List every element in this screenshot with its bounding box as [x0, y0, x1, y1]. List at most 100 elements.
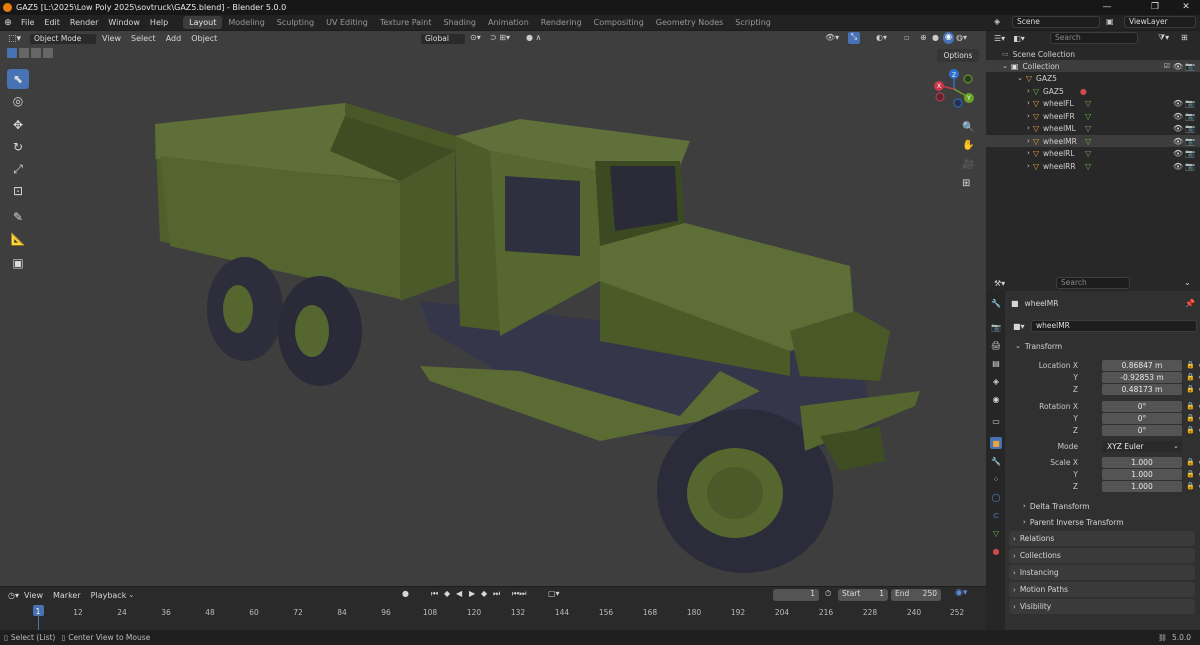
wheelrl-camera-icon[interactable]: 📷	[1185, 149, 1195, 158]
wheelrr-camera-icon[interactable]: 📷	[1185, 162, 1195, 171]
data-tab-icon[interactable]: ▽	[990, 527, 1002, 539]
rotation-mode-select[interactable]: XYZ Euler	[1102, 440, 1182, 452]
outliner-item-gaz5-parent[interactable]: ⌄ ▽ GAZ5	[986, 72, 1200, 84]
lock-icon[interactable]: 🔒	[1186, 402, 1195, 410]
outliner-item-wheelfr[interactable]: › ▽ wheelFR ▽ 👁 📷	[986, 110, 1200, 122]
scale-x-field[interactable]: 1.000	[1102, 456, 1182, 468]
wheelrr-eye-icon[interactable]: 👁	[1173, 162, 1183, 171]
wheelrl-eye-icon[interactable]: 👁	[1173, 149, 1183, 158]
constraints-tab-icon[interactable]: ⊂	[990, 509, 1002, 521]
scale-y-field[interactable]: 1.000	[1102, 468, 1182, 480]
wheelfl-camera-icon[interactable]: 📷	[1185, 99, 1195, 108]
tab-scripting[interactable]: Scripting	[729, 15, 777, 30]
new-collection-icon[interactable]: ⊞	[1181, 33, 1188, 42]
timeline-ruler[interactable]: 1 12 24 36 48 60 72 84 96 108 120 132 14…	[0, 587, 986, 630]
truck-model[interactable]	[0, 31, 986, 586]
location-x-field[interactable]: 0.86847 m	[1102, 359, 1182, 371]
filter-icon[interactable]: ⧩▾	[1158, 33, 1169, 43]
tab-modeling[interactable]: Modeling	[222, 15, 270, 30]
scene-tab-icon[interactable]: ◈	[990, 375, 1002, 387]
lock-icon[interactable]: 🔒	[1186, 458, 1195, 466]
collection-tab-icon[interactable]: ▭	[990, 415, 1002, 427]
parent-inverse-subpanel[interactable]: › Parent Inverse Transform	[1005, 516, 1200, 528]
object-tab-icon[interactable]: ■	[990, 437, 1002, 449]
tool-tab-icon[interactable]: 🔧	[990, 297, 1002, 309]
lock-icon[interactable]: 🔒	[1186, 385, 1195, 393]
menu-help[interactable]: Help	[145, 15, 173, 30]
tab-geometry-nodes[interactable]: Geometry Nodes	[650, 15, 729, 30]
outliner-item-gaz5-mesh[interactable]: › ▽ GAZ5 ●	[986, 85, 1200, 97]
tab-layout[interactable]: Layout	[183, 16, 223, 29]
lock-icon[interactable]: 🔒	[1186, 482, 1195, 490]
pin-icon[interactable]: 📌	[1185, 299, 1195, 308]
view-layer-selector[interactable]: ViewLayer	[1124, 16, 1196, 28]
tab-uv-editing[interactable]: UV Editing	[320, 15, 374, 30]
transform-panel-header[interactable]: ⌄ Transform	[1005, 340, 1200, 352]
rotation-y-field[interactable]: 0°	[1102, 412, 1182, 424]
wheelfr-camera-icon[interactable]: 📷	[1185, 112, 1195, 121]
wheelfr-eye-icon[interactable]: 👁	[1173, 112, 1183, 121]
lock-icon[interactable]: 🔒	[1186, 373, 1195, 381]
rotation-x-field[interactable]: 0°	[1102, 400, 1182, 412]
outliner-search-input[interactable]: Search	[1050, 32, 1138, 44]
relations-panel[interactable]: › Relations	[1009, 531, 1195, 546]
menu-render[interactable]: Render	[65, 15, 103, 30]
menu-file[interactable]: File	[16, 15, 39, 30]
outliner-item-wheelrr[interactable]: › ▽ wheelRR ▽ 👁 📷	[986, 160, 1200, 172]
3d-viewport[interactable]: ⬚▾ Object Mode View Select Add Object Gl…	[0, 31, 986, 586]
output-tab-icon[interactable]: 🖨	[990, 339, 1002, 351]
wheelmr-camera-icon[interactable]: 📷	[1185, 137, 1195, 146]
particles-tab-icon[interactable]: ⁘	[990, 473, 1002, 485]
motion-paths-panel[interactable]: › Motion Paths	[1009, 582, 1195, 597]
tab-sculpting[interactable]: Sculpting	[271, 15, 320, 30]
menu-edit[interactable]: Edit	[39, 15, 65, 30]
outliner-item-collection[interactable]: ⌄ ▣ Collection ☑ 👁 📷	[986, 60, 1200, 72]
lock-icon[interactable]: 🔒	[1186, 470, 1195, 478]
lock-icon[interactable]: 🔒	[1186, 361, 1195, 369]
wheelml-camera-icon[interactable]: 📷	[1185, 124, 1195, 133]
exclude-checkbox[interactable]: ☑	[1164, 62, 1170, 70]
material-tab-icon[interactable]: ●	[990, 545, 1002, 557]
collections-panel[interactable]: › Collections	[1009, 548, 1195, 563]
scene-icon[interactable]: ◈	[994, 17, 1000, 26]
world-tab-icon[interactable]: ◉	[990, 393, 1002, 405]
view-layer-tab-icon[interactable]: ▤	[990, 357, 1002, 369]
collection-camera-icon[interactable]: 📷	[1185, 62, 1195, 71]
tab-texture-paint[interactable]: Texture Paint	[374, 15, 438, 30]
location-y-field[interactable]: -0.92853 m	[1102, 371, 1182, 383]
properties-search-input[interactable]: Search	[1056, 277, 1130, 289]
properties-options-icon[interactable]: ⌄	[1184, 278, 1191, 287]
datablock-name-field[interactable]: wheelMR	[1031, 320, 1197, 332]
outliner-item-wheelmr[interactable]: › ▽ wheelMR ▽ 👁 📷	[986, 135, 1200, 147]
modifier-tab-icon[interactable]: 🔧	[990, 455, 1002, 467]
tab-shading[interactable]: Shading	[437, 15, 482, 30]
instancing-panel[interactable]: › Instancing	[1009, 565, 1195, 580]
lock-icon[interactable]: 🔒	[1186, 414, 1195, 422]
delta-transform-subpanel[interactable]: › Delta Transform	[1005, 500, 1200, 512]
wheelml-eye-icon[interactable]: 👁	[1173, 124, 1183, 133]
maximize-button[interactable]: ❐	[1145, 2, 1165, 12]
tab-animation[interactable]: Animation	[482, 15, 535, 30]
properties-editor-icon[interactable]: ⚒▾	[994, 279, 1005, 288]
physics-tab-icon[interactable]: ◯	[990, 491, 1002, 503]
scene-selector[interactable]: Scene	[1012, 16, 1100, 28]
wheelfl-eye-icon[interactable]: 👁	[1173, 99, 1183, 108]
menu-window[interactable]: Window	[103, 15, 145, 30]
lock-icon[interactable]: 🔒	[1186, 426, 1195, 434]
rotation-z-field[interactable]: 0°	[1102, 424, 1182, 436]
tab-rendering[interactable]: Rendering	[535, 15, 588, 30]
outliner-item-wheelfl[interactable]: › ▽ wheelFL ▽ 👁 📷	[986, 97, 1200, 109]
view-layer-icon[interactable]: ▣	[1106, 17, 1114, 26]
visibility-panel[interactable]: › Visibility	[1009, 599, 1195, 614]
tab-compositing[interactable]: Compositing	[588, 15, 650, 30]
minimize-button[interactable]: —	[1097, 2, 1117, 12]
outliner-display-mode-icon[interactable]: ◧▾	[1013, 34, 1025, 43]
outliner-item-wheelrl[interactable]: › ▽ wheelRL ▽ 👁 📷	[986, 147, 1200, 159]
blender-menu-icon[interactable]: ⊕	[0, 18, 16, 28]
collection-eye-icon[interactable]: 👁	[1173, 62, 1183, 71]
location-z-field[interactable]: 0.48173 m	[1102, 383, 1182, 395]
close-button[interactable]: ✕	[1176, 2, 1196, 12]
scale-z-field[interactable]: 1.000	[1102, 480, 1182, 492]
datablock-icon[interactable]: ■▾	[1013, 322, 1025, 331]
outliner-item-wheelml[interactable]: › ▽ wheelML ▽ 👁 📷	[986, 122, 1200, 134]
